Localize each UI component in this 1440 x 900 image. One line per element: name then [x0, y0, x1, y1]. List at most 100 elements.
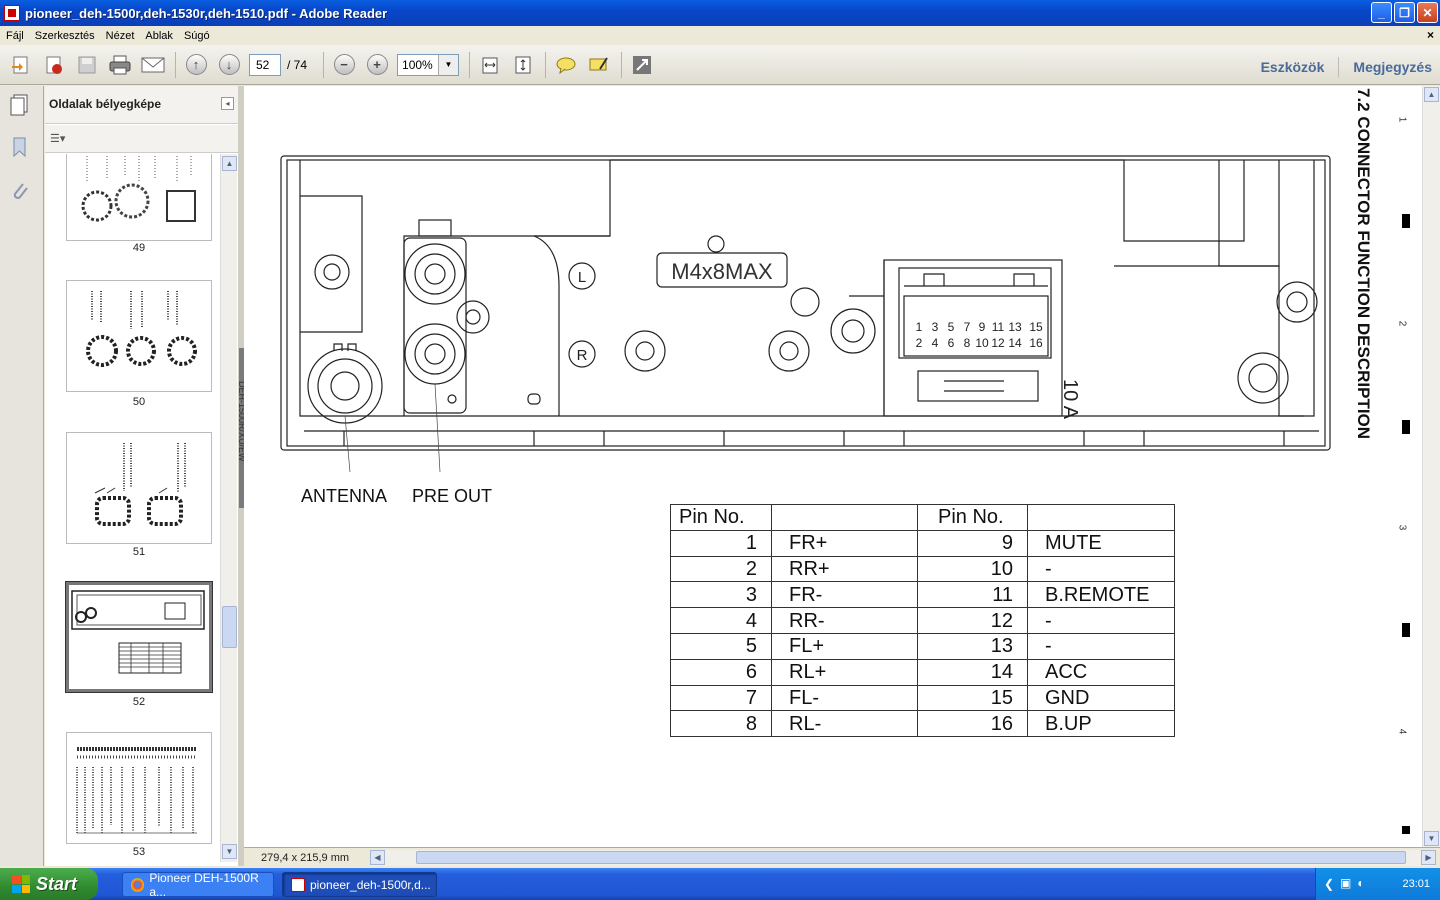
pin-number: 5: [670, 632, 772, 660]
toolbar-separator: [323, 51, 325, 78]
tools-link[interactable]: Eszközök: [1261, 59, 1325, 75]
thumbnail-label: 52: [132, 696, 146, 708]
table-row: 4 RR- 12 -: [670, 607, 1175, 634]
fit-width-icon[interactable]: [477, 52, 503, 78]
scrollbar-thumb[interactable]: [416, 851, 1406, 864]
pin-label: 1: [916, 320, 923, 334]
network-icon[interactable]: ▣: [1340, 876, 1351, 890]
export-pdf-icon[interactable]: [41, 52, 67, 78]
thumbnail-page-51[interactable]: [66, 432, 212, 544]
pin-function: -: [1027, 632, 1175, 660]
thumbnail-page-49[interactable]: [66, 154, 212, 241]
document-horizontal-scrollbar[interactable]: ◀ ▶: [370, 850, 1436, 866]
next-page-button[interactable]: ↓: [216, 52, 242, 78]
scroll-down-icon[interactable]: ▼: [1424, 831, 1439, 846]
pin-label: 16: [1029, 336, 1043, 350]
email-icon[interactable]: [140, 52, 166, 78]
previous-page-button[interactable]: ↑: [183, 52, 209, 78]
fuse-label: 10 A: [1059, 379, 1081, 420]
document-vertical-scrollbar[interactable]: ▲ ▼: [1422, 86, 1440, 847]
close-document-icon[interactable]: ×: [1427, 28, 1434, 42]
pin-function: ACC: [1027, 658, 1175, 686]
table-row: 5 FL+ 13 -: [670, 632, 1175, 660]
pin-label: 9: [979, 320, 986, 334]
save-icon[interactable]: [74, 52, 100, 78]
menu-bar: Fájl Szerkesztés Nézet Ablak Súgó ×: [0, 26, 1440, 45]
document-view: L R M4x8MAX 10 A 1 3 5 7 9 11 13 15 2 4 …: [244, 86, 1422, 847]
pin-number: 12: [917, 607, 1028, 634]
ruler-number: 1: [1396, 116, 1408, 123]
zoom-in-button[interactable]: +: [364, 52, 390, 78]
minimize-button[interactable]: _: [1371, 2, 1392, 23]
pin-function: RL+: [771, 658, 918, 686]
taskbar-item-adobe-reader[interactable]: pioneer_deh-1500r,d...: [282, 872, 437, 897]
pin-function: -: [1027, 555, 1175, 583]
scroll-up-icon[interactable]: ▲: [1424, 87, 1439, 102]
chevron-down-icon[interactable]: ▼: [438, 54, 459, 75]
thumbnails-scrollbar[interactable]: ▲ ▼: [220, 154, 237, 862]
pin-number: 9: [917, 529, 1028, 557]
comment-icon[interactable]: [553, 52, 579, 78]
page-edge-mark: [1402, 826, 1410, 834]
menu-help[interactable]: Súgó: [184, 30, 210, 42]
options-menu-icon[interactable]: ☰▾: [50, 132, 65, 145]
scroll-left-icon[interactable]: ◀: [370, 850, 385, 865]
pin-number: 6: [670, 658, 772, 686]
comment-link[interactable]: Megjegyzés: [1353, 59, 1432, 75]
pin-function: B.UP: [1027, 710, 1175, 738]
scrollbar-thumb[interactable]: [222, 606, 237, 648]
taskbar-item-chrome[interactable]: Pioneer DEH-1500R a...: [122, 870, 274, 899]
thumbnail-page-52[interactable]: [65, 581, 213, 693]
pin-label: 15: [1029, 320, 1043, 334]
menu-edit[interactable]: Szerkesztés: [35, 30, 95, 42]
pin-label: 4: [932, 336, 939, 350]
toolbar-separator: [545, 51, 547, 78]
toolbar-separator: [469, 51, 471, 78]
table-row: 2 RR+ 10 -: [670, 555, 1175, 583]
page-number-input[interactable]: 52: [249, 53, 281, 76]
pin-label: 11: [992, 320, 1005, 334]
clock[interactable]: 23:01: [1402, 878, 1430, 890]
page-total: / 74: [287, 57, 308, 72]
left-channel-label: L: [578, 269, 586, 286]
pin-number: 16: [917, 710, 1028, 738]
pin-number: 4: [670, 607, 772, 634]
pin-label: 5: [948, 320, 955, 334]
show-hidden-icons-icon[interactable]: ❮: [1324, 877, 1334, 891]
menu-window[interactable]: Ablak: [145, 30, 173, 42]
close-button[interactable]: ✕: [1417, 2, 1438, 23]
pin-function: RR+: [771, 555, 918, 583]
page-dimensions: 279,4 x 215,9 mm: [261, 852, 350, 864]
toolbar: ↑ ↓ 52 / 74 − + 100% ▼ Eszközök Megjegyz…: [0, 45, 1440, 85]
full-screen-icon[interactable]: [629, 52, 655, 78]
pin-function: FL+: [771, 632, 918, 660]
pin-number: 15: [917, 684, 1028, 712]
window-title: pioneer_deh-1500r,deh-1530r,deh-1510.pdf…: [25, 5, 388, 21]
volume-icon[interactable]: ◖: [1356, 876, 1363, 890]
thumbnail-page-50[interactable]: [66, 280, 212, 392]
collapse-panel-icon[interactable]: ◂: [221, 97, 234, 110]
create-pdf-icon[interactable]: [8, 52, 34, 78]
table-row: 8 RL- 16 B.UP: [670, 710, 1175, 738]
maximize-button[interactable]: ❐: [1394, 2, 1415, 23]
pin-number: 1: [670, 529, 772, 557]
scroll-up-icon[interactable]: ▲: [222, 156, 237, 171]
menu-view[interactable]: Nézet: [106, 30, 135, 42]
scroll-right-icon[interactable]: ▶: [1421, 850, 1436, 865]
scroll-down-icon[interactable]: ▼: [222, 844, 237, 859]
fit-page-icon[interactable]: [510, 52, 536, 78]
zoom-out-button[interactable]: −: [331, 52, 357, 78]
print-icon[interactable]: [107, 52, 133, 78]
attachments-icon[interactable]: [10, 180, 30, 202]
start-button[interactable]: Start: [0, 868, 98, 900]
highlight-icon[interactable]: [586, 52, 612, 78]
bookmarks-icon[interactable]: [10, 136, 30, 158]
thumbnail-page-53[interactable]: [66, 732, 212, 844]
thumbnails-panel: Oldalak bélyegképe ◂ ☰▾ 49 50 51 52 53 ▲: [45, 86, 238, 866]
menu-file[interactable]: Fájl: [6, 30, 24, 42]
taskbar-item-label: Pioneer DEH-1500R a...: [149, 870, 259, 899]
page-thumbnails-icon[interactable]: [10, 94, 30, 116]
windows-logo-icon: [12, 875, 30, 893]
zoom-select[interactable]: 100% ▼: [397, 53, 460, 76]
navigation-strip: [0, 86, 44, 866]
